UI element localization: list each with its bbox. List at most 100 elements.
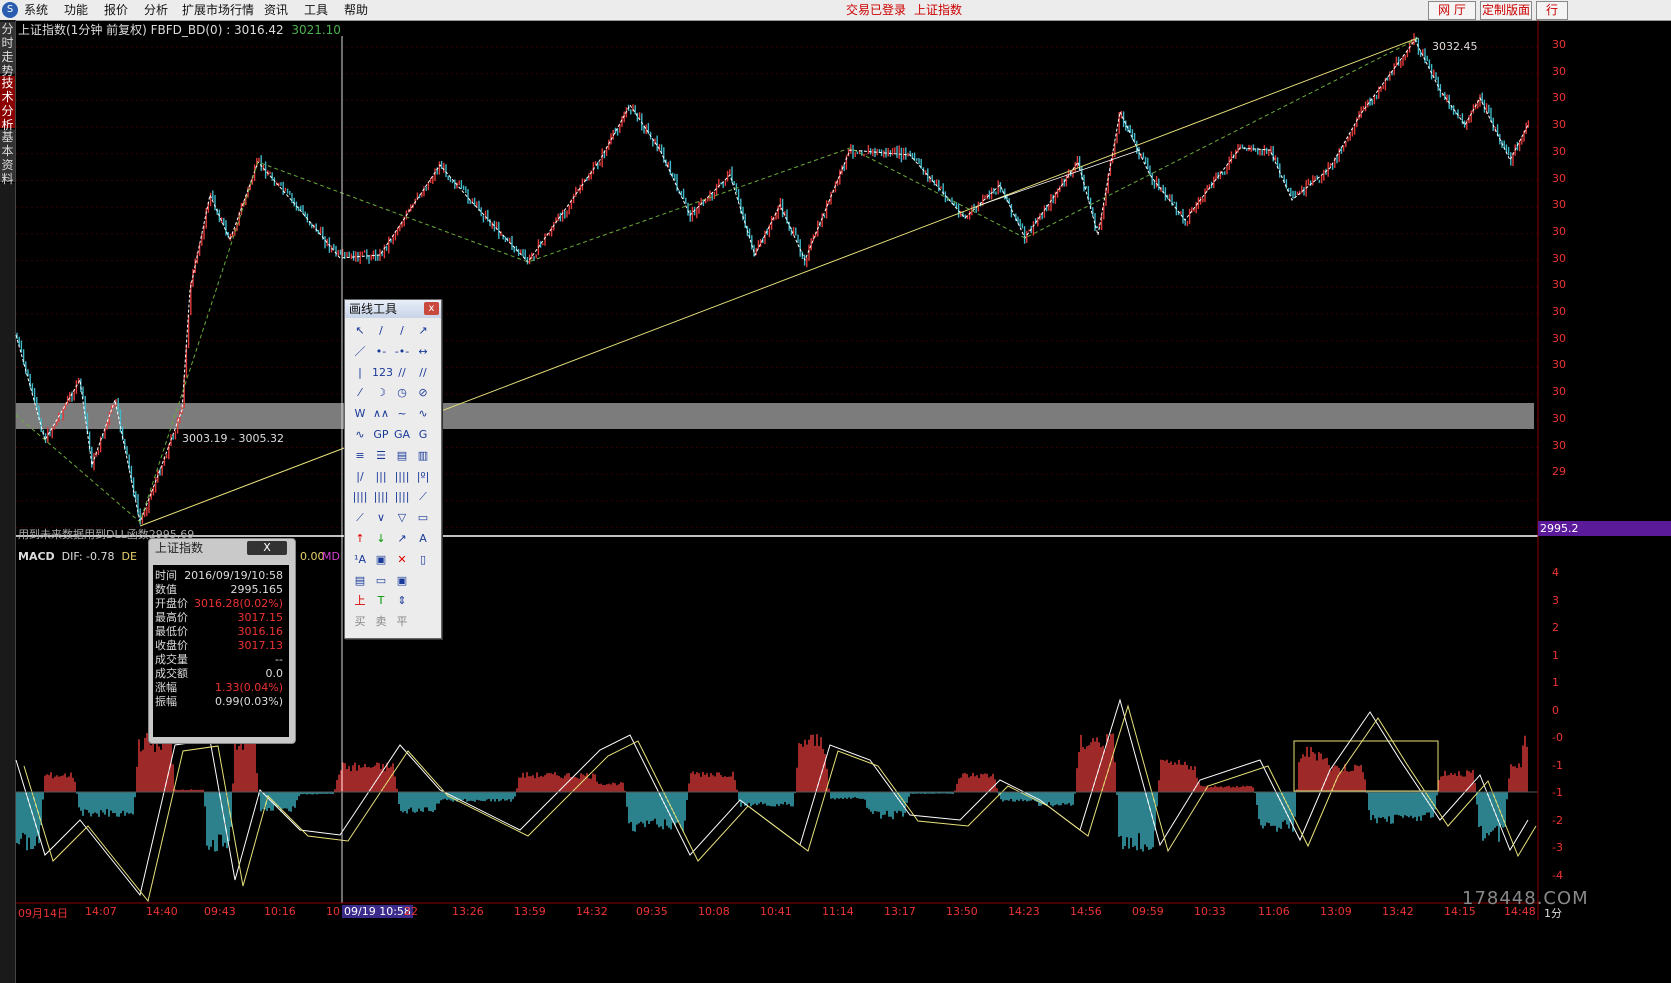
- draw-tool-close-button[interactable]: x: [424, 302, 439, 315]
- arc-icon[interactable]: |: [351, 364, 369, 382]
- cursor-icon[interactable]: ∿: [351, 426, 369, 444]
- time-label: 13:26: [452, 905, 484, 918]
- price-tick: 30: [1552, 224, 1566, 238]
- price-tick: 30: [1552, 385, 1566, 399]
- v-line-icon[interactable]: ▤: [393, 447, 411, 465]
- delete-icon[interactable]: 平: [393, 613, 411, 631]
- circle-icon[interactable]: ▭: [372, 572, 390, 590]
- wave-icon[interactable]: |º|: [414, 468, 432, 486]
- time-cursor-label: 09/19 10:58: [342, 905, 413, 918]
- price-tick: 30: [1552, 438, 1566, 452]
- price-tick: 30: [1552, 118, 1566, 132]
- time-label: 10:16: [264, 905, 296, 918]
- fib-icon[interactable]: ☽: [372, 384, 390, 402]
- segment-icon[interactable]: ≡: [351, 447, 369, 465]
- info-row: 涨幅 1.33(0.04%): [153, 681, 289, 695]
- h-line-icon[interactable]: ☰: [372, 447, 390, 465]
- cursor-icon[interactable]: ↖: [351, 322, 369, 340]
- up-arrow-icon[interactable]: 买: [351, 613, 369, 631]
- down-arrow-icon[interactable]: ∨: [372, 509, 390, 527]
- cycle-icon[interactable]: ⇕: [393, 592, 411, 610]
- info-popup-close-button[interactable]: X: [247, 541, 287, 555]
- macd-tick: 3: [1552, 593, 1559, 607]
- gann-fan-icon[interactable]: ||||: [351, 488, 369, 506]
- box-icon[interactable]: ⊘: [414, 384, 432, 402]
- time-label: 09:43: [204, 905, 236, 918]
- macd-header: MACD DIF: -0.78 DE 0.00 MD: [18, 550, 340, 563]
- segment-icon[interactable]: ¹A: [351, 551, 369, 569]
- zone-annotation: 3003.19 - 3005.32: [182, 432, 284, 445]
- macd-tick: 2: [1552, 621, 1559, 634]
- fib-icon[interactable]: ||||: [372, 488, 390, 506]
- chart-value-2: 3021.10: [291, 23, 341, 37]
- down-arrow-icon[interactable]: ∧∧: [372, 405, 390, 423]
- cursor-icon[interactable]: ↑: [351, 530, 369, 548]
- price-tick: 30: [1552, 358, 1566, 372]
- draw-tool-window[interactable]: 画线工具 x ↖ / / ↗ ／ •- -•- ↔ | 123////⁄ ☽ ◷ ⊘ W ∧∧ ~ ∿ ∿ GP GA…: [344, 299, 442, 639]
- gann-fan-icon[interactable]: ⁄: [351, 384, 369, 402]
- segment-icon[interactable]: ／: [351, 343, 369, 361]
- ellipse-icon[interactable]: //: [393, 364, 411, 382]
- candles: [16, 33, 1530, 525]
- cycle-icon[interactable]: ◷: [393, 384, 411, 402]
- arc-icon[interactable]: |/: [351, 468, 369, 486]
- ray-icon[interactable]: GA: [393, 426, 411, 444]
- cycle-icon[interactable]: ||||: [393, 488, 411, 506]
- time-label: 14:40: [146, 905, 178, 918]
- info-row: 成交量 --: [153, 653, 289, 667]
- price-tick: 30: [1552, 331, 1566, 345]
- kline-chart[interactable]: [0, 0, 1671, 983]
- delete-icon[interactable]: ▽: [393, 509, 411, 527]
- helper-line: [979, 149, 1141, 206]
- high-annotation: 3032.45: [1432, 40, 1478, 53]
- line-icon[interactable]: GP: [372, 426, 390, 444]
- current-price-tag: 2995.2: [1538, 521, 1671, 536]
- arrow-line-icon[interactable]: A: [414, 530, 432, 548]
- delete-icon[interactable]: ~: [393, 405, 411, 423]
- line-icon[interactable]: ↓: [372, 530, 390, 548]
- macd-tick: -0: [1552, 731, 1563, 744]
- text-icon[interactable]: ∿: [414, 405, 432, 423]
- price-tick: 30: [1552, 305, 1566, 318]
- fib-icon[interactable]: T: [372, 592, 390, 610]
- info-value: --: [275, 653, 283, 666]
- info-key: 最低价: [155, 625, 188, 638]
- time-label: 10: [326, 905, 340, 918]
- info-value: 1.33(0.04%): [214, 681, 283, 694]
- arrow-line-icon[interactable]: G: [414, 426, 432, 444]
- time-label: 11:14: [822, 905, 854, 918]
- wave-icon[interactable]: //: [414, 364, 432, 382]
- line-icon[interactable]: /: [372, 322, 390, 340]
- up-arrow-icon[interactable]: W: [351, 405, 369, 423]
- channel-icon[interactable]: ▥: [414, 447, 432, 465]
- channel-icon[interactable]: ↔: [414, 343, 432, 361]
- channel-icon[interactable]: ▯: [414, 551, 432, 569]
- arrow-line-icon[interactable]: ↗: [414, 322, 432, 340]
- circle-icon[interactable]: 123: [372, 364, 393, 382]
- time-label: 10:08: [698, 905, 730, 918]
- v-line-icon[interactable]: -•-: [393, 343, 411, 361]
- info-popup[interactable]: 上证指数 X 时间 2016/09/19/10:58 数值 2995.165 开盘价 30…: [148, 538, 296, 744]
- info-row: 开盘价 3016.28(0.02%): [153, 597, 289, 611]
- time-label: 10:41: [760, 905, 792, 918]
- macd-md: MD: [322, 550, 340, 563]
- box-icon[interactable]: ⟋: [414, 488, 432, 506]
- down-arrow-icon[interactable]: 卖: [372, 613, 390, 631]
- v-line-icon[interactable]: ✕: [393, 551, 411, 569]
- ray-icon[interactable]: /: [393, 322, 411, 340]
- h-line-icon[interactable]: •-: [372, 343, 390, 361]
- arc-icon[interactable]: ▤: [351, 572, 369, 590]
- h-line-icon[interactable]: ▣: [372, 551, 390, 569]
- info-row: 数值 2995.165: [153, 583, 289, 597]
- circle-icon[interactable]: |||: [372, 468, 390, 486]
- info-value: 2995.165: [230, 583, 284, 596]
- channel-line: [15, 39, 1416, 523]
- ray-icon[interactable]: ↗: [393, 530, 411, 548]
- gann-fan-icon[interactable]: 上: [351, 592, 369, 610]
- watermark: 178448.COM: [1462, 888, 1589, 909]
- text-icon[interactable]: ▭: [414, 509, 432, 527]
- ellipse-icon[interactable]: ||||: [393, 468, 411, 486]
- ellipse-icon[interactable]: ▣: [393, 572, 411, 590]
- chart-title-text: 上证指数(1分钟 前复权) FBFD_BD(0) : 3016.42: [18, 23, 284, 37]
- up-arrow-icon[interactable]: ⟋: [351, 509, 369, 527]
